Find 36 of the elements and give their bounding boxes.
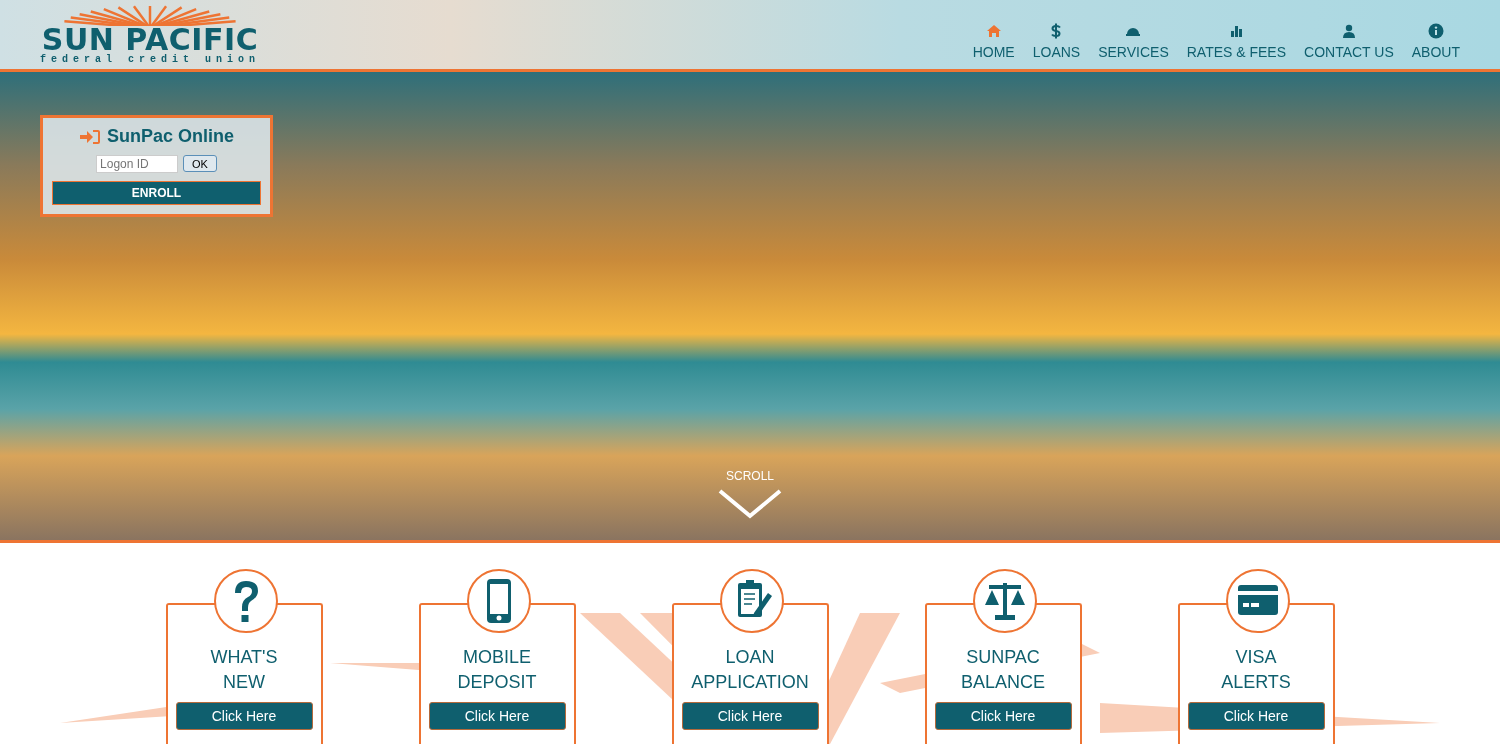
card-title: SUNPAC BALANCE — [960, 646, 1045, 694]
credit-card-icon — [1237, 585, 1278, 615]
click-here-button[interactable]: Click Here — [428, 702, 566, 730]
card-title: WHAT'S NEW — [210, 646, 278, 694]
scroll-label: SCROLL — [726, 469, 774, 483]
service-bell-icon — [1126, 28, 1141, 36]
nav-link[interactable]: LOANS — [1032, 23, 1081, 60]
person-icon — [1342, 24, 1355, 38]
smartphone-icon — [486, 579, 511, 623]
nav-link[interactable]: ABOUT — [1411, 23, 1460, 60]
logo-tagline: federal credit union — [40, 54, 261, 65]
home-icon — [986, 25, 1001, 37]
ok-button[interactable]: OK — [183, 155, 217, 172]
document-pen-icon — [737, 580, 772, 617]
logo-wordmark[interactable]: SUN PACIFIC — [41, 26, 259, 54]
logon-id-field[interactable]: Logon ID — [96, 155, 179, 173]
card-title: LOAN APPLICATION — [691, 646, 809, 694]
nav-link[interactable]: HOME — [972, 23, 1015, 60]
click-here-button[interactable]: Click Here — [934, 702, 1072, 730]
click-here-button[interactable]: Click Here — [1187, 702, 1325, 730]
bar-chart-icon — [1231, 26, 1243, 37]
info-icon — [1428, 23, 1444, 39]
login-title: SunPac Online — [107, 126, 234, 147]
nav-link[interactable]: SERVICES — [1098, 23, 1169, 60]
scale-icon — [984, 583, 1025, 620]
card-title: MOBILE DEPOSIT — [457, 646, 537, 694]
card-title: VISA ALERTS — [1221, 646, 1291, 694]
click-here-button[interactable]: Click Here — [175, 702, 313, 730]
enroll-button[interactable]: ENROLL — [52, 181, 261, 205]
dollar-icon — [1051, 23, 1062, 39]
click-here-button[interactable]: Click Here — [681, 702, 819, 730]
nav-link[interactable]: CONTACT US — [1304, 23, 1394, 60]
sign-in-icon — [79, 127, 101, 146]
nav-link[interactable]: RATES & FEES — [1186, 23, 1287, 60]
chevron-down-icon[interactable] — [718, 489, 782, 519]
question-mark-icon — [234, 581, 258, 622]
